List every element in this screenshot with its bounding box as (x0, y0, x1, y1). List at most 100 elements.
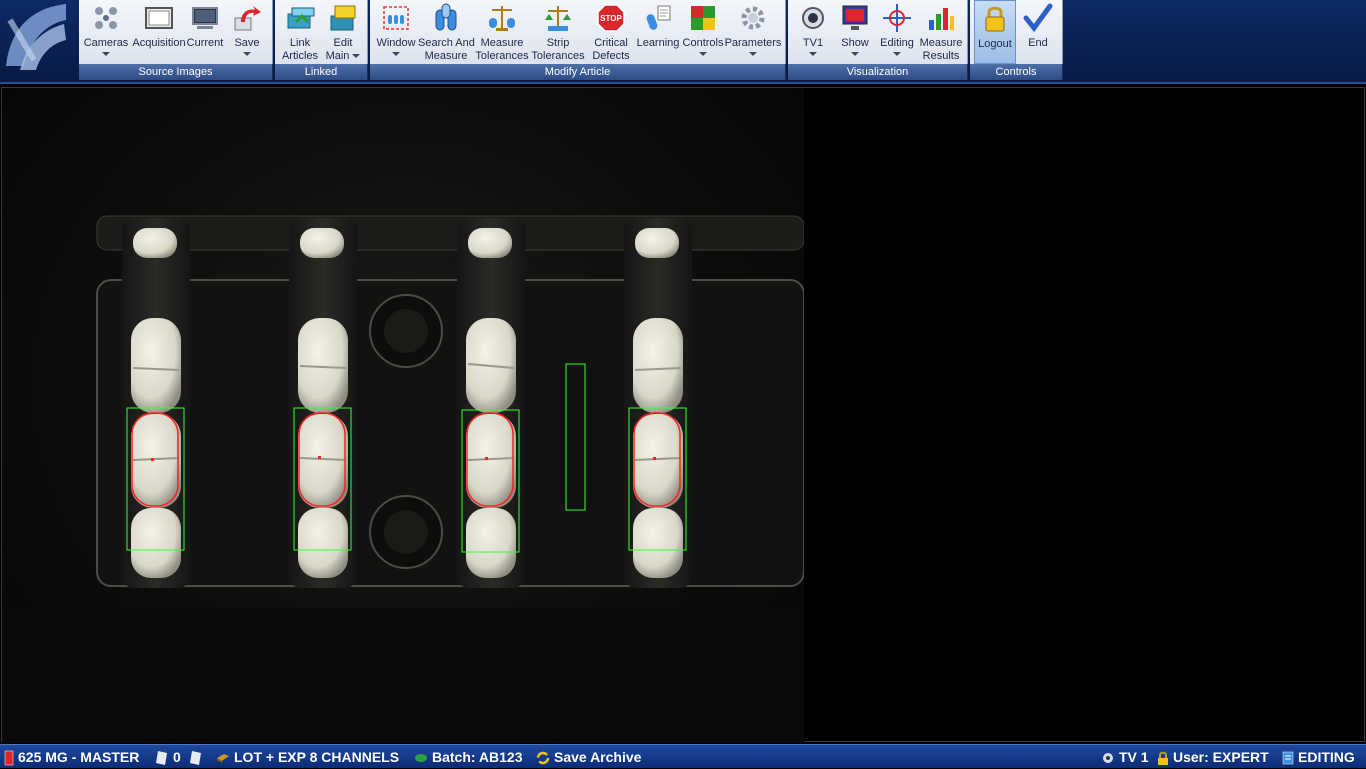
status-batch: Batch: AB123 (414, 745, 523, 769)
window-roi-icon (383, 6, 409, 30)
blocks-icon (691, 6, 715, 30)
logout-button[interactable]: Logout (974, 0, 1016, 64)
chevron-down-icon (243, 52, 251, 56)
film-icon (145, 7, 173, 29)
critical-defects-label: Critical Defects (592, 37, 630, 62)
group-source-images: Cameras Acquisition Current Save Source … (79, 0, 273, 80)
save-arrow-icon (234, 6, 261, 31)
save-button[interactable]: Save (225, 0, 269, 64)
page-icon (156, 751, 167, 766)
ribbon: Cameras Acquisition Current Save Source … (0, 0, 1366, 84)
article-icon (4, 751, 14, 766)
gear-icon (741, 6, 765, 30)
image-viewer[interactable] (1, 87, 1365, 743)
page-icon (189, 751, 201, 766)
status-count: 0 (155, 745, 207, 769)
camera-frame (2, 215, 804, 743)
group-label-source-images: Source Images (79, 64, 273, 80)
padlock-icon (1158, 752, 1168, 766)
chevron-down-icon (851, 52, 859, 56)
controls-button[interactable]: Controls (680, 0, 726, 64)
tv1-label: TV1 (802, 37, 824, 49)
group-modify-article: Window Search And Measure Measure Tolera… (370, 0, 786, 80)
link-articles-label: Link Articles (281, 37, 319, 62)
status-bar: 625 MG - MASTER 0 LOT + EXP 8 CHANNELS B… (0, 744, 1366, 768)
group-label-controls: Controls (970, 64, 1063, 80)
checkmark-icon (1023, 3, 1053, 33)
edit-main-icon (330, 5, 356, 31)
scale-icon (489, 6, 515, 31)
chevron-down-icon (893, 52, 901, 56)
status-tv: TV 1 (1101, 745, 1149, 769)
strip-tolerances-label: Strip Tolerances (531, 37, 585, 62)
bar-chart-icon (929, 8, 954, 30)
search-and-measure-button[interactable]: Search And Measure (418, 0, 475, 64)
critical-defects-button[interactable]: STOP Critical Defects (586, 0, 636, 64)
measure-results-button[interactable]: Measure Results (916, 0, 966, 64)
group-linked: Link Articles Edit Main Linked (275, 0, 368, 80)
monitor-icon (192, 7, 218, 29)
status-article: 625 MG - MASTER (4, 745, 139, 769)
show-button[interactable]: Show (834, 0, 876, 64)
search-and-measure-label: Search And Measure (418, 37, 475, 62)
measure-tolerances-label: Measure Tolerances (475, 37, 529, 62)
editing-label: Editing (880, 37, 914, 49)
chevron-down-icon (809, 52, 817, 56)
chevron-down-icon (749, 52, 757, 56)
show-label: Show (841, 37, 869, 49)
status-lot: LOT + EXP 8 CHANNELS (216, 745, 399, 769)
measure-tolerances-button[interactable]: Measure Tolerances (474, 0, 530, 64)
camera-icon (802, 7, 824, 29)
stop-sign-icon: STOP (597, 4, 625, 32)
learning-label: Learning (636, 37, 680, 49)
save-archive-status[interactable]: Save Archive (536, 745, 641, 769)
measure-results-label: Measure Results (919, 37, 963, 62)
current-button[interactable]: Current (185, 0, 225, 64)
parameters-button[interactable]: Parameters (724, 0, 782, 64)
save-label: Save (234, 37, 260, 49)
tv1-button[interactable]: TV1 (792, 0, 834, 64)
end-label: End (1028, 37, 1048, 49)
lot-icon (217, 754, 229, 764)
edit-main-button[interactable]: Edit Main (321, 0, 365, 64)
link-articles-button[interactable]: Link Articles (277, 0, 323, 64)
learning-button[interactable]: Learning (634, 0, 682, 64)
mode-icon (1282, 752, 1294, 765)
refresh-icon (536, 752, 550, 765)
chevron-down-icon (392, 52, 400, 56)
acquisition-button[interactable]: Acquisition (131, 0, 187, 64)
show-display-icon (842, 5, 868, 30)
status-user: User: EXPERT (1157, 745, 1269, 769)
logout-label: Logout (978, 38, 1012, 50)
parameters-label: Parameters (724, 37, 782, 49)
chevron-down-icon (699, 52, 707, 56)
editing-button[interactable]: Editing (876, 0, 918, 64)
window-label: Window (376, 37, 416, 49)
batch-icon (415, 754, 427, 763)
camera-image (2, 88, 804, 743)
edit-main-label: Edit Main (321, 37, 365, 63)
link-articles-icon (287, 7, 315, 29)
group-label-modify-article: Modify Article (370, 64, 786, 80)
strip-tolerances-button[interactable]: Strip Tolerances (530, 0, 586, 64)
crosshair-icon (883, 4, 911, 32)
tv-icon (1103, 753, 1113, 764)
controls-label: Controls (682, 37, 724, 49)
group-visualization: TV1 Show Editing Measure Results Visuali… (788, 0, 968, 80)
group-controls: Logout End Controls (970, 0, 1063, 80)
end-button[interactable]: End (1018, 0, 1058, 64)
status-mode: EDITING (1282, 745, 1355, 769)
learning-icon (646, 5, 671, 30)
cameras-icon (95, 7, 117, 29)
chevron-down-icon (102, 52, 110, 56)
app-logo (6, 4, 66, 70)
acquisition-label: Acquisition (132, 37, 186, 49)
svg-text:STOP: STOP (600, 14, 622, 23)
strip-scale-icon (545, 6, 571, 31)
group-label-visualization: Visualization (788, 64, 968, 80)
padlock-icon (985, 6, 1005, 32)
cameras-label: Cameras (83, 37, 129, 49)
chevron-down-icon (352, 54, 361, 59)
window-button[interactable]: Window (372, 0, 420, 64)
cameras-button[interactable]: Cameras (81, 0, 131, 64)
